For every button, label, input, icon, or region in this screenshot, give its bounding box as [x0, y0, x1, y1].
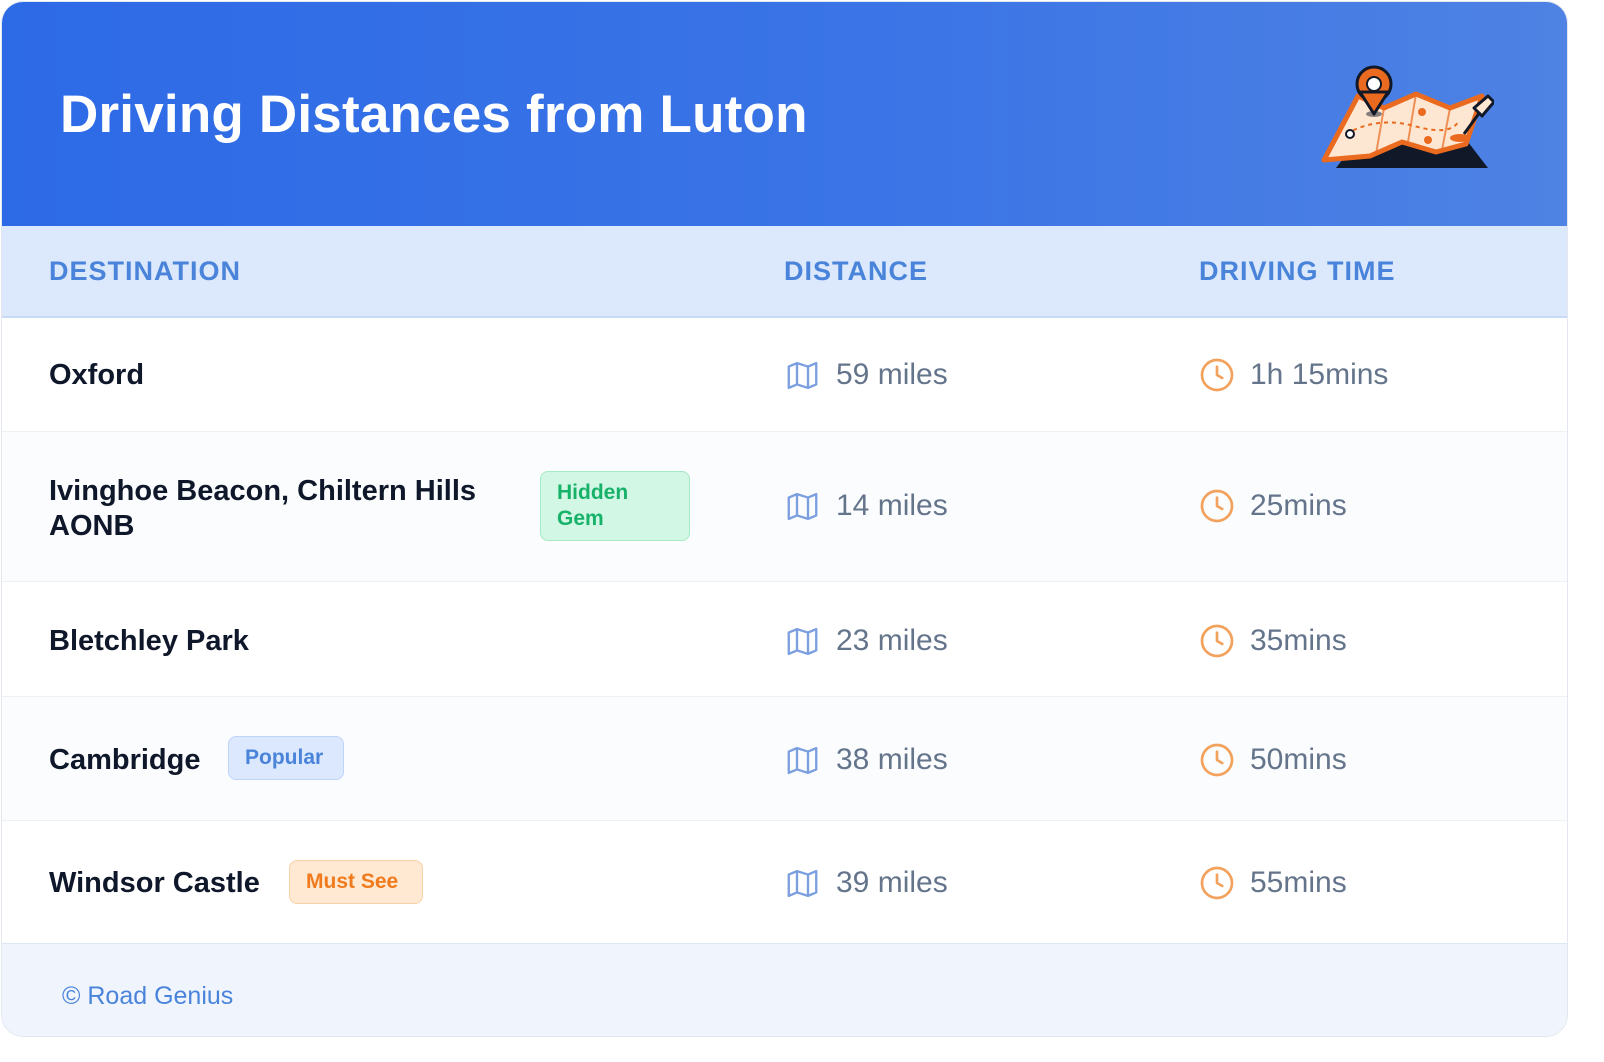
footer: © Road Genius: [2, 943, 1567, 1036]
popular-badge: Popular: [228, 736, 344, 780]
distance-value: 23 miles: [836, 624, 948, 657]
distance-value: 39 miles: [836, 866, 948, 899]
column-header-destination: DESTINATION: [49, 256, 241, 286]
time-cell: 1h 15mins: [1199, 355, 1388, 395]
time-cell: 50mins: [1199, 740, 1347, 780]
distance-value: 38 miles: [836, 743, 948, 776]
map-pin-illustration: [1321, 65, 1494, 168]
map-icon: [786, 867, 819, 900]
table-row: Oxford 59 miles 1h 15mins: [2, 317, 1567, 432]
footer-credit: © Road Genius: [62, 982, 234, 1010]
distance-cell: 39 miles: [786, 863, 948, 903]
table-row: Bletchley Park 23 miles 35mins: [2, 582, 1567, 697]
distance-cell: 23 miles: [786, 621, 948, 661]
distance-value: 59 miles: [836, 358, 948, 391]
destination-name: Oxford: [49, 359, 145, 391]
distance-cell: 38 miles: [786, 740, 948, 780]
destination-name: Cambridge: [49, 744, 201, 776]
destination-name: Windsor Castle: [49, 867, 260, 899]
page-title: Driving Distances from Luton: [60, 85, 808, 144]
time-cell: 35mins: [1199, 621, 1347, 661]
must-see-badge: Must See: [289, 860, 423, 904]
time-value: 50mins: [1250, 743, 1347, 776]
distance-value: 14 miles: [836, 489, 948, 522]
map-icon: [786, 625, 819, 658]
time-cell: 55mins: [1199, 863, 1347, 903]
destination-name: Ivinghoe Beacon, Chiltern Hills AONB: [49, 475, 477, 542]
destination-name: Bletchley Park: [49, 625, 249, 657]
time-cell: 25mins: [1199, 486, 1347, 526]
map-icon: [786, 744, 819, 777]
time-value: 1h 15mins: [1250, 358, 1389, 391]
clock-icon: [1199, 742, 1235, 778]
distance-card: Driving Distances from Luton DESTINATION…: [1, 1, 1568, 1037]
column-header-driving-time: DRIVING TIME: [1199, 256, 1396, 286]
table-row: Ivinghoe Beacon, Chiltern Hills AONB Hid…: [2, 432, 1567, 582]
table-row: Cambridge Popular 38 miles 50mins: [2, 697, 1567, 821]
table-row: Windsor Castle Must See 39 miles 55mins: [2, 821, 1567, 942]
time-value: 55mins: [1250, 866, 1347, 899]
header-banner: Driving Distances from Luton: [2, 2, 1567, 226]
time-value: 25mins: [1250, 489, 1347, 522]
clock-icon: [1199, 357, 1235, 393]
column-header-distance: DISTANCE: [784, 256, 929, 286]
distance-cell: 14 miles: [786, 486, 948, 526]
map-icon: [786, 490, 819, 523]
distance-cell: 59 miles: [786, 355, 948, 395]
time-value: 35mins: [1250, 624, 1347, 657]
clock-icon: [1199, 623, 1235, 659]
hidden-gem-badge: Hidden Gem: [540, 471, 690, 541]
map-icon: [786, 359, 819, 392]
clock-icon: [1199, 488, 1235, 524]
clock-icon: [1199, 865, 1235, 901]
table-header: DESTINATION DISTANCE DRIVING TIME: [2, 226, 1567, 318]
